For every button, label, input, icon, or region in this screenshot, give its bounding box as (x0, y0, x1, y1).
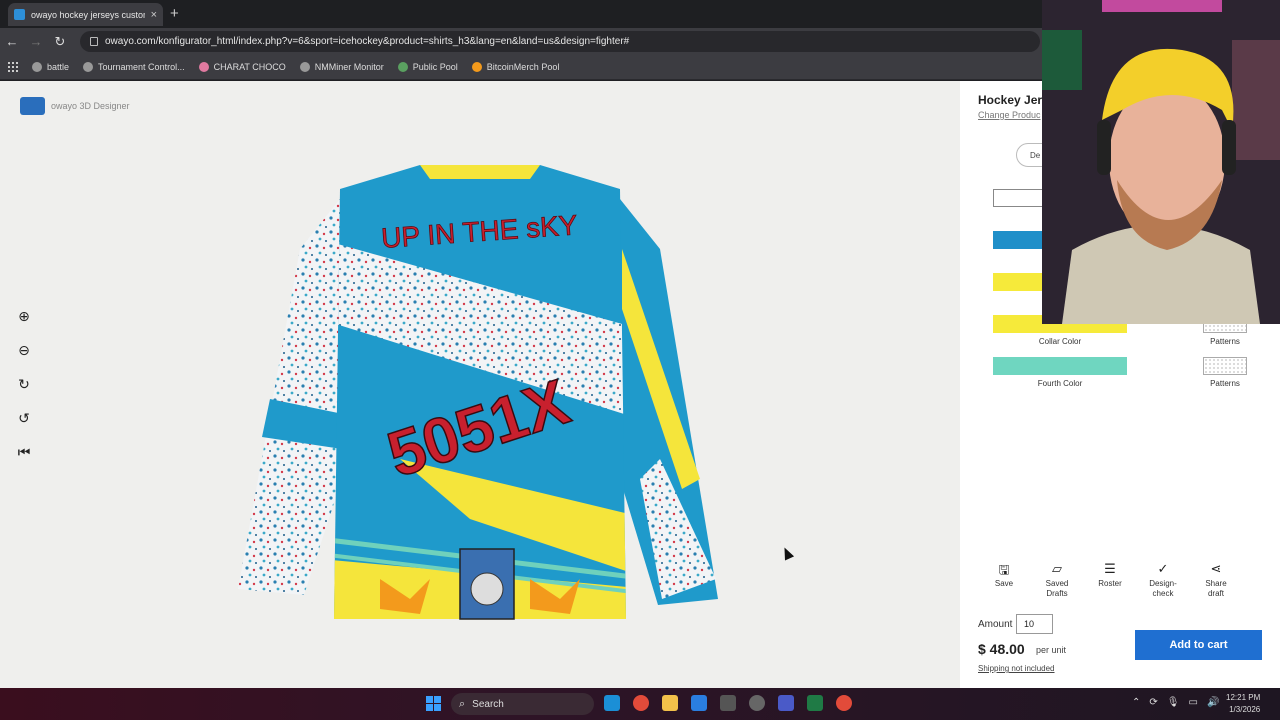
draft-actions: 🖫 Save ▱ Saved Drafts ☰ Roster ✓ Design-… (988, 561, 1232, 598)
design-check-button[interactable]: ✓ Design-check (1147, 561, 1179, 598)
globe-icon (83, 62, 94, 72)
pattern-tile[interactable] (1203, 357, 1247, 375)
rotate-right-icon[interactable]: ↻ (12, 375, 36, 393)
volume-icon[interactable]: 🔊 (1207, 697, 1219, 708)
tab-title: owayo hockey jerseys custom (31, 9, 145, 20)
fourth-patterns[interactable]: Patterns (1203, 357, 1247, 388)
apps-grid-icon[interactable] (8, 62, 18, 72)
view-tools: ⊕ ⊖ ↻ ↺ ⏮ (12, 307, 36, 461)
sync-icon[interactable]: ⟳ (1149, 697, 1157, 708)
folder-icon: ▱ (1052, 561, 1062, 576)
patterns-label: Patterns (1210, 379, 1240, 388)
product-title: Hockey Jer (978, 93, 1043, 107)
fourth-color-label: Fourth Color (1037, 379, 1083, 388)
shipping-link[interactable]: Shipping not included (978, 664, 1055, 673)
file-explorer-icon[interactable] (662, 695, 678, 711)
reset-view-icon[interactable]: ⏮ (12, 443, 36, 461)
taskbar-clock[interactable]: 12:21 PM 1/3/2026 (1226, 692, 1260, 716)
owayo-logo[interactable]: owayo 3D Designer (20, 97, 130, 115)
3d-canvas[interactable]: owayo 3D Designer ⊕ ⊖ ↻ ↺ ⏮ UP IN THE sK… (0, 81, 960, 688)
share-draft-button[interactable]: ⋖ Share draft (1200, 561, 1232, 598)
swatch-fourth-color[interactable] (993, 357, 1127, 375)
search-icon: ⌕ (459, 697, 466, 710)
amount-field[interactable]: 10 (1016, 614, 1053, 634)
collar-color-label: Collar Color (1038, 337, 1082, 346)
chrome-icon[interactable] (633, 695, 649, 711)
jersey-3d-preview[interactable]: UP IN THE sKY 5051X (230, 159, 730, 629)
owayo-logo-icon (20, 97, 45, 115)
store-icon[interactable] (691, 695, 707, 711)
taskbar-apps (604, 695, 852, 711)
bookmark-nmminer-monitor[interactable]: NMMiner Monitor (299, 62, 384, 72)
excel-icon[interactable] (807, 695, 823, 711)
app-icon[interactable] (749, 695, 765, 711)
amount-label: Amount (978, 619, 1013, 630)
app-icon[interactable] (720, 695, 736, 711)
new-tab-button[interactable]: + (170, 5, 179, 22)
streamer-face-cam (1042, 0, 1280, 324)
browser-tab[interactable]: owayo hockey jerseys custom × (8, 3, 163, 26)
microphone-icon[interactable]: 🎙 (1167, 697, 1180, 708)
address-bar[interactable]: owayo.com/konfigurator_html/index.php?v=… (80, 31, 1040, 52)
save-button[interactable]: 🖫 Save (988, 561, 1020, 598)
bookmark-public-pool[interactable]: Public Pool (397, 62, 458, 72)
windows-start-icon[interactable] (426, 696, 441, 711)
edge-icon[interactable] (604, 695, 620, 711)
taskbar-search[interactable]: ⌕ Search (451, 693, 594, 715)
chrome-active-icon[interactable] (836, 695, 852, 711)
fourth-color-swatch[interactable]: Fourth Color (993, 357, 1127, 388)
system-tray: ⌃ ⟳ 🎙 ▭ 🔊 (1132, 697, 1219, 708)
price-value: $ 48.00 (978, 641, 1025, 657)
globe-icon (32, 62, 42, 72)
saved-drafts-button[interactable]: ▱ Saved Drafts (1041, 561, 1073, 598)
url-text: owayo.com/konfigurator_html/index.php?v=… (105, 36, 630, 47)
site-info-icon[interactable] (90, 37, 98, 46)
globe-icon (299, 62, 310, 72)
pool-icon (397, 62, 408, 72)
mouse-cursor (779, 545, 795, 561)
clock-date: 1/3/2026 (1229, 705, 1261, 714)
logo-text: owayo 3D Designer (51, 101, 130, 111)
zoom-in-icon[interactable]: ⊕ (12, 307, 36, 325)
clock-time: 12:21 PM (1226, 693, 1261, 702)
close-tab-icon[interactable]: × (151, 9, 157, 21)
search-text: Search (472, 698, 504, 710)
save-icon: 🖫 (998, 562, 1010, 577)
zoom-out-icon[interactable]: ⊖ (12, 341, 36, 359)
network-icon[interactable]: ▭ (1188, 697, 1197, 708)
webcam-overlay (1042, 0, 1280, 324)
windows-taskbar: ⌕ Search ⌃ ⟳ 🎙 ▭ 🔊 12:21 PM 1/3/2026 (0, 688, 1280, 720)
app-icon[interactable] (778, 695, 794, 711)
patterns-label: Patterns (1210, 337, 1240, 346)
bitcoin-icon (471, 62, 482, 72)
bookmark-charat-choco[interactable]: CHARAT CHOCO (198, 62, 286, 72)
check-circle-icon: ✓ (1157, 561, 1169, 576)
bookmark-bitcoinmerch-pool[interactable]: BitcoinMerch Pool (471, 62, 559, 72)
reload-button[interactable]: ↻ (48, 34, 72, 50)
rotate-left-icon[interactable]: ↺ (12, 409, 36, 427)
share-icon: ⋖ (1210, 561, 1222, 576)
charat-icon (198, 62, 209, 72)
roster-button[interactable]: ☰ Roster (1094, 561, 1126, 598)
list-icon: ☰ (1104, 561, 1116, 576)
per-unit-label: per unit (1036, 645, 1067, 655)
add-to-cart-button[interactable]: Add to cart (1135, 630, 1262, 660)
owayo-favicon-icon (14, 9, 25, 20)
bookmark-battle[interactable]: battle (32, 62, 69, 72)
change-product-link[interactable]: Change Produc (978, 110, 1041, 120)
forward-button[interactable]: → (24, 34, 48, 49)
chevron-up-icon[interactable]: ⌃ (1132, 697, 1140, 708)
back-button[interactable]: ← (0, 34, 24, 49)
bookmark-tournament-control[interactable]: Tournament Control... (83, 62, 185, 72)
